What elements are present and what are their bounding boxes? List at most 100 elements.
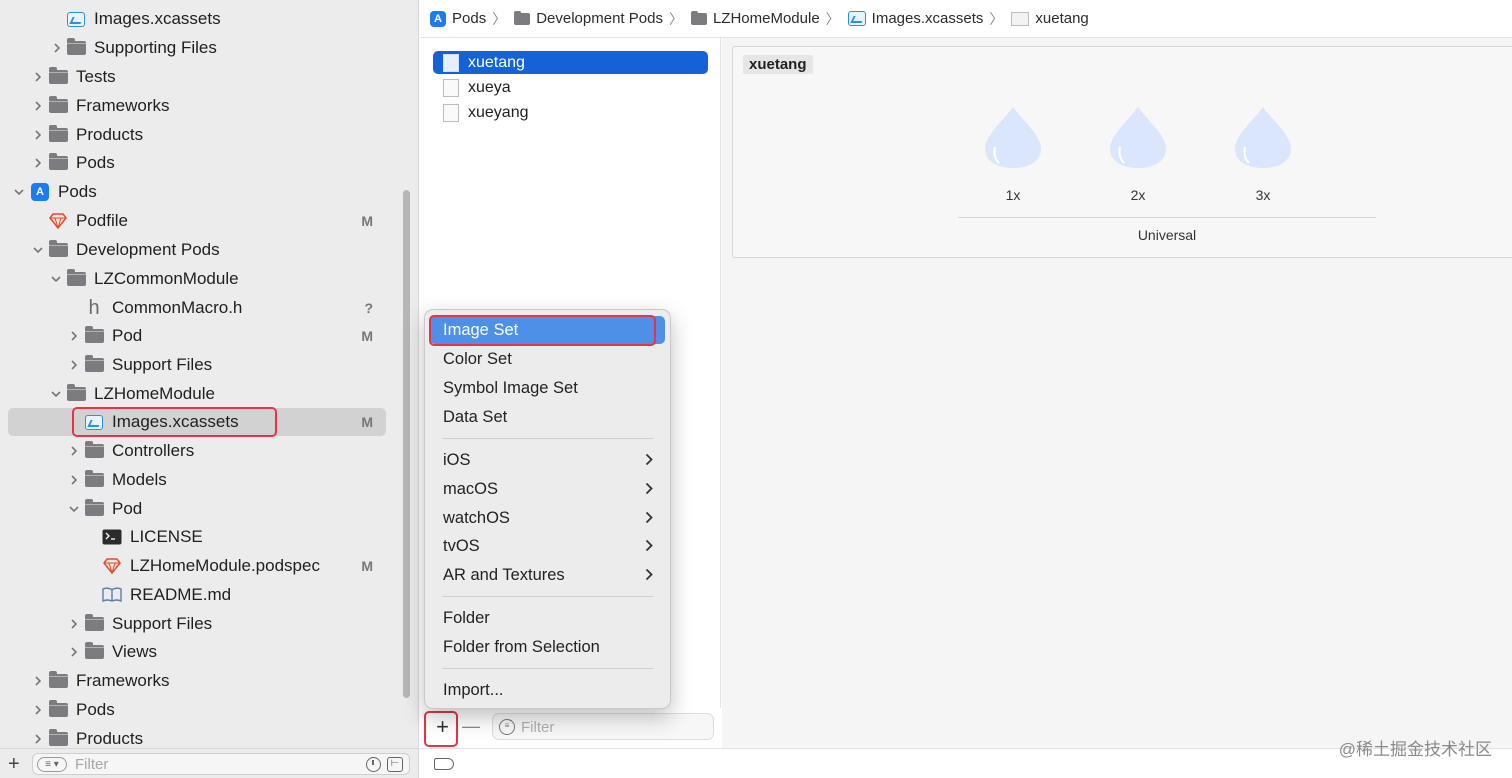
nav-row-support-files[interactable]: Support Files	[8, 351, 386, 379]
header-file-icon: h	[88, 296, 100, 319]
nav-row-support-files-2[interactable]: Support Files	[8, 610, 386, 638]
chevron-right-icon[interactable]	[31, 703, 45, 717]
nav-row-label: Controllers	[112, 441, 195, 460]
app-store-icon: A	[30, 183, 50, 201]
menu-item-ios[interactable]: iOS	[430, 446, 665, 474]
chevron-right-icon[interactable]	[67, 358, 81, 372]
nav-row-label: Products	[76, 125, 144, 144]
chevron-down-icon[interactable]	[49, 272, 63, 286]
menu-item-watchos[interactable]: watchOS	[430, 504, 665, 532]
chevron-right-icon[interactable]	[31, 99, 45, 113]
breadcrumb-label: Development Pods	[536, 10, 663, 27]
breadcrumb-label: xuetang	[1035, 10, 1089, 27]
filter-placeholder: Filter	[521, 719, 555, 736]
nav-row-label: Products	[76, 729, 144, 748]
folder-icon	[66, 384, 86, 403]
asset-list-bottom-bar: + — ≡ Filter	[420, 708, 721, 748]
breadcrumb-label: Pods	[452, 10, 487, 27]
nav-row-pods-folder[interactable]: Pods	[8, 149, 386, 177]
chevron-down-icon[interactable]	[67, 502, 81, 516]
image-slot-3x[interactable]: 3x	[1233, 105, 1293, 210]
navigator-filter-field[interactable]: ≡ ▾ Filter ⊢	[32, 753, 410, 775]
menu-item-label: Symbol Image Set	[443, 378, 578, 397]
breadcrumb-item-xuetang[interactable]: xuetang	[1011, 10, 1089, 27]
nav-row-pod[interactable]: Pod M	[8, 322, 386, 350]
navigator-scrollbar[interactable]	[403, 190, 410, 698]
add-file-button[interactable]: +	[8, 753, 20, 776]
nav-row-license[interactable]: LICENSE	[8, 523, 386, 551]
asset-filter-field[interactable]: ≡ Filter	[492, 713, 714, 740]
git-status-badge: M	[361, 328, 373, 344]
nav-row-label: Pods	[76, 153, 115, 172]
nav-row-views[interactable]: Views	[8, 638, 386, 666]
chevron-right-icon[interactable]	[31, 128, 45, 142]
menu-item-folder-from-selection[interactable]: Folder from Selection	[430, 633, 665, 661]
chevron-down-icon[interactable]	[31, 243, 45, 257]
nav-row-commonmacro-h[interactable]: h CommonMacro.h ?	[8, 294, 386, 322]
folder-icon	[48, 729, 68, 748]
breadcrumb-item-images-xcassets[interactable]: Images.xcassets	[847, 10, 983, 27]
nav-row-controllers[interactable]: Controllers	[8, 437, 386, 465]
menu-item-ar-and-textures[interactable]: AR and Textures	[430, 561, 665, 589]
menu-item-data-set[interactable]: Data Set	[430, 403, 665, 431]
app-store-icon: A	[430, 10, 446, 27]
remove-asset-button[interactable]: —	[462, 716, 480, 737]
nav-row-label: Support Files	[112, 355, 213, 374]
chevron-right-icon[interactable]	[67, 617, 81, 631]
nav-row-supporting-files[interactable]: Supporting Files	[8, 34, 386, 62]
nav-row-models[interactable]: Models	[8, 466, 386, 494]
menu-item-import[interactable]: Import...	[430, 676, 665, 704]
nav-row-tests[interactable]: Tests	[8, 63, 386, 91]
chevron-right-icon[interactable]	[67, 444, 81, 458]
filter-options-icon[interactable]: ≡ ▾	[37, 757, 67, 772]
folder-icon	[84, 614, 104, 633]
breadcrumb-item-lzhomemodule[interactable]: LZHomeModule	[690, 10, 820, 27]
menu-item-tvos[interactable]: tvOS	[430, 532, 665, 560]
recent-files-icon[interactable]	[366, 757, 381, 772]
breadcrumb-item-pods[interactable]: A Pods	[430, 10, 486, 27]
nav-row-podspec[interactable]: LZHomeModule.podspec M	[8, 552, 386, 580]
nav-row-pod-expanded[interactable]: Pod	[8, 495, 386, 523]
nav-row-podfile[interactable]: Podfile M	[8, 207, 386, 235]
chevron-right-icon[interactable]	[31, 70, 45, 84]
nav-row-readme[interactable]: README.md	[8, 581, 386, 609]
nav-row-label: Tests	[76, 67, 116, 86]
breadcrumb-separator-icon: 〉	[989, 10, 1004, 27]
nav-row-frameworks-2[interactable]: Frameworks	[8, 667, 386, 695]
chevron-right-icon[interactable]	[31, 674, 45, 688]
breadcrumb-item-development-pods[interactable]: Development Pods	[514, 10, 663, 27]
chevron-right-icon[interactable]	[31, 732, 45, 746]
nav-row-lzcommonmodule[interactable]: LZCommonModule	[8, 265, 386, 293]
chevron-down-icon[interactable]	[12, 185, 26, 199]
chevron-right-icon	[645, 453, 653, 466]
menu-item-color-set[interactable]: Color Set	[430, 345, 665, 373]
nav-row-label: Pod	[112, 499, 143, 518]
nav-row-label: Images.xcassets	[94, 9, 221, 28]
chevron-right-icon	[645, 539, 653, 552]
menu-item-folder[interactable]: Folder	[430, 604, 665, 632]
image-slot-1x[interactable]: 1x	[983, 105, 1043, 210]
nav-row-lzhomemodule[interactable]: LZHomeModule	[8, 380, 386, 408]
nav-row-images-xcassets[interactable]: Images.xcassets	[8, 5, 386, 33]
tag-icon[interactable]	[434, 758, 454, 770]
asset-row-xueyang[interactable]: xueyang	[433, 101, 708, 124]
book-icon	[102, 586, 122, 604]
image-slot-2x[interactable]: 2x	[1108, 105, 1168, 210]
chevron-right-icon[interactable]	[67, 329, 81, 343]
nav-row-frameworks[interactable]: Frameworks	[8, 92, 386, 120]
nav-row-pods-2[interactable]: Pods	[8, 696, 386, 724]
menu-item-label: Import...	[443, 680, 504, 699]
asset-row-xuetang[interactable]: xuetang	[433, 51, 708, 74]
nav-row-development-pods[interactable]: Development Pods	[8, 236, 386, 264]
menu-item-symbol-image-set[interactable]: Symbol Image Set	[430, 374, 665, 402]
nav-row-products[interactable]: Products	[8, 121, 386, 149]
asset-row-xueya[interactable]: xueya	[433, 76, 708, 99]
scope-filter-icon[interactable]: ⊢	[387, 757, 403, 772]
chevron-down-icon[interactable]	[49, 387, 63, 401]
chevron-right-icon[interactable]	[67, 645, 81, 659]
chevron-right-icon[interactable]	[67, 473, 81, 487]
nav-row-pods-project[interactable]: A Pods	[8, 178, 386, 206]
chevron-right-icon[interactable]	[50, 41, 64, 55]
chevron-right-icon[interactable]	[31, 156, 45, 170]
menu-item-macos[interactable]: macOS	[430, 475, 665, 503]
